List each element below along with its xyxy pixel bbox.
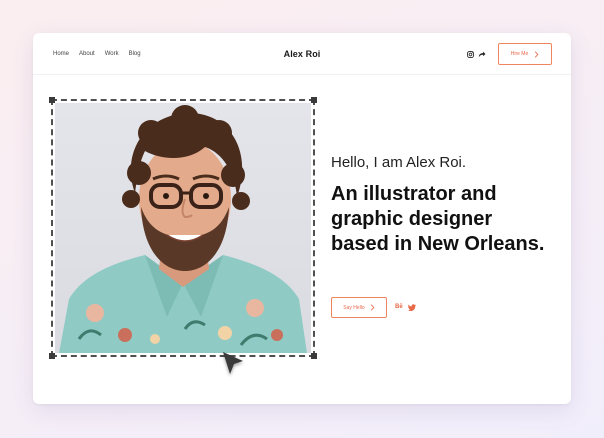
- resize-handle-top-left[interactable]: [49, 97, 55, 103]
- say-hello-label: Say Hello: [343, 304, 365, 311]
- hire-me-label: Hire Me: [510, 51, 529, 57]
- twitter-icon[interactable]: [408, 304, 416, 311]
- say-hello-button[interactable]: Say Hello: [331, 297, 387, 318]
- chevron-right-icon: [370, 304, 375, 311]
- cursor-pointer-icon: [223, 352, 243, 374]
- resize-handle-bottom-left[interactable]: [49, 353, 55, 359]
- share-icon[interactable]: [478, 51, 486, 58]
- resize-handle-bottom-right[interactable]: [311, 353, 317, 359]
- instagram-icon[interactable]: [467, 51, 474, 58]
- website-card: Home About Work Blog Alex Roi Hire Me He…: [33, 33, 571, 404]
- hero-headline: An illustrator and graphic designer base…: [331, 183, 545, 255]
- portrait-illustration: [59, 105, 307, 353]
- hire-me-button[interactable]: Hire Me: [498, 43, 552, 65]
- top-nav: Home About Work Blog Alex Roi Hire Me: [33, 33, 571, 75]
- resize-handle-top-right[interactable]: [311, 97, 317, 103]
- image-selection-frame[interactable]: [49, 97, 317, 359]
- site-logo[interactable]: Alex Roi: [33, 49, 571, 59]
- behance-icon[interactable]: Bē: [395, 304, 403, 310]
- greeting-text: Hello, I am Alex Roi.: [331, 154, 467, 171]
- portrait-image: [55, 103, 311, 353]
- chevron-right-icon: [535, 50, 539, 58]
